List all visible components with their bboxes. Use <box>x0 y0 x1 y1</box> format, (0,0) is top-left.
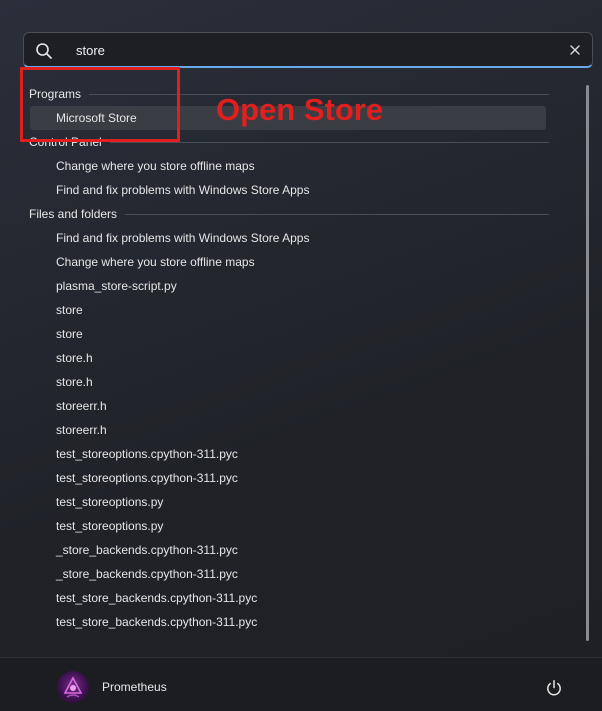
divider <box>109 141 549 143</box>
result-item[interactable]: test_storeoptions.cpython-311.pyc <box>30 442 546 466</box>
result-item[interactable]: Find and fix problems with Windows Store… <box>30 178 546 202</box>
search-results: Programs Microsoft Store Control Panel C… <box>0 82 560 634</box>
scrollbar[interactable] <box>586 85 589 641</box>
section-header-control-panel: Control Panel <box>0 130 560 154</box>
search-box[interactable] <box>23 32 593 68</box>
close-icon[interactable] <box>568 43 582 57</box>
result-item[interactable]: test_storeoptions.py <box>30 514 546 538</box>
section-title: Control Panel <box>29 135 102 149</box>
footer: Prometheus <box>0 657 602 711</box>
result-item[interactable]: store.h <box>30 346 546 370</box>
result-item[interactable]: Change where you store offline maps <box>30 250 546 274</box>
result-item[interactable]: test_store_backends.cpython-311.pyc <box>30 610 546 634</box>
result-item[interactable]: _store_backends.cpython-311.pyc <box>30 538 546 562</box>
result-item[interactable]: test_storeoptions.py <box>30 490 546 514</box>
result-item[interactable]: _store_backends.cpython-311.pyc <box>30 562 546 586</box>
section-header-files-and-folders: Files and folders <box>0 202 560 226</box>
result-item[interactable]: storeerr.h <box>30 418 546 442</box>
divider <box>125 213 549 215</box>
search-input[interactable] <box>76 39 556 61</box>
annotation-label: Open Store <box>216 92 384 127</box>
section-title: Programs <box>29 87 82 101</box>
avatar[interactable] <box>57 671 89 703</box>
power-icon[interactable] <box>545 679 563 697</box>
result-item[interactable]: plasma_store-script.py <box>30 274 546 298</box>
result-item[interactable]: Change where you store offline maps <box>30 154 546 178</box>
result-item[interactable]: storeerr.h <box>30 394 546 418</box>
user-name[interactable]: Prometheus <box>102 680 167 694</box>
result-item[interactable]: test_store_backends.cpython-311.pyc <box>30 586 546 610</box>
search-icon <box>35 42 53 60</box>
result-item[interactable]: test_storeoptions.cpython-311.pyc <box>30 466 546 490</box>
result-item[interactable]: store <box>30 322 546 346</box>
result-item[interactable]: Find and fix problems with Windows Store… <box>30 226 546 250</box>
result-item[interactable]: store.h <box>30 370 546 394</box>
section-title: Files and folders <box>29 207 118 221</box>
result-item[interactable]: store <box>30 298 546 322</box>
